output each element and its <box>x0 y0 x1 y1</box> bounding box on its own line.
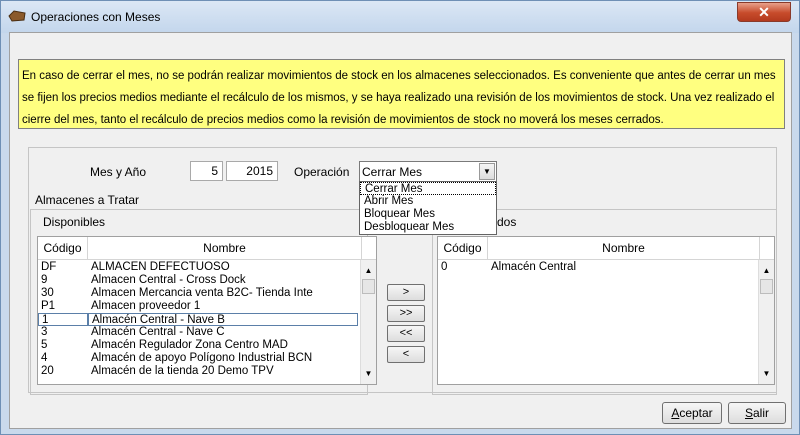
cell-codigo: P1 <box>41 300 56 312</box>
column-codigo[interactable]: Código <box>38 237 88 260</box>
salir-button[interactable]: Salir <box>728 402 786 424</box>
info-message: En caso de cerrar el mes, no se podrán r… <box>18 59 785 129</box>
option-cerrar-mes[interactable]: Cerrar Mes <box>360 182 496 195</box>
app-icon <box>8 10 26 22</box>
table-row[interactable]: 5 Almacén Regulador Zona Centro MAD <box>38 339 376 352</box>
cell-codigo: 30 <box>41 287 54 299</box>
table-row[interactable]: P1 Almacen proveedor 1 <box>38 300 376 313</box>
move-one-right-button[interactable]: > <box>387 284 425 301</box>
cell-nombre: Almacén de apoyo Polígono Industrial BCN <box>91 352 313 364</box>
cell-codigo: DF <box>41 261 57 273</box>
scroll-down-icon[interactable]: ▼ <box>361 366 376 381</box>
cell-codigo: 3 <box>41 326 48 338</box>
title-bar: Operaciones con Meses ✕ <box>1 1 799 33</box>
operacion-dropdown-list: Cerrar Mes Abrir Mes Bloquear Mes Desblo… <box>359 181 497 235</box>
mes-anio-label: Mes y Año <box>90 165 147 179</box>
cell-nombre: Almacén Central - Nave B <box>88 313 358 326</box>
table-header: Código Nombre <box>438 237 774 260</box>
scroll-up-icon[interactable]: ▲ <box>361 263 376 278</box>
cell-nombre: Almacén Regulador Zona Centro MAD <box>91 339 288 351</box>
seleccionados-label: dos <box>497 215 517 229</box>
table-row[interactable]: 1 Almacén Central - Nave B <box>38 313 376 326</box>
table-row[interactable]: 9 Almacen Central - Cross Dock <box>38 274 376 287</box>
operacion-select[interactable]: Cerrar Mes ▼ <box>359 161 497 182</box>
table-row[interactable]: 4 Almacén de apoyo Polígono Industrial BC… <box>38 352 376 365</box>
seleccionados-table: Código Nombre 0 Almacén Central ▲ ▼ <box>437 236 775 385</box>
operacion-label: Operación <box>294 165 350 179</box>
column-nombre[interactable]: Nombre <box>88 237 362 260</box>
cell-nombre: Almacén Central <box>491 261 577 273</box>
table-row[interactable]: 3 Almacén Central - Nave C <box>38 326 376 339</box>
operacion-selected-value: Cerrar Mes <box>362 165 423 179</box>
close-button[interactable]: ✕ <box>737 2 791 22</box>
aceptar-button[interactable]: Aceptar <box>662 402 722 424</box>
option-desbloquear-mes[interactable]: Desbloquear Mes <box>360 221 496 234</box>
column-nombre[interactable]: Nombre <box>488 237 760 260</box>
disponibles-table: Código Nombre DF ALMACEN DEFECTUOSO 9 Almac… <box>37 236 377 385</box>
dialog-window: Operaciones con Meses ✕ En caso de cerra… <box>0 0 800 435</box>
chevron-down-icon[interactable]: ▼ <box>479 163 495 180</box>
scroll-down-icon[interactable]: ▼ <box>759 366 774 381</box>
dialog-client-area: En caso de cerrar el mes, no se podrán r… <box>9 32 792 429</box>
cell-codigo: 4 <box>41 352 48 364</box>
scroll-thumb[interactable] <box>362 279 375 294</box>
disponibles-scrollbar[interactable]: ▲ ▼ <box>360 260 376 384</box>
scroll-up-icon[interactable]: ▲ <box>759 263 774 278</box>
table-row[interactable]: 0 Almacén Central <box>438 261 774 274</box>
table-row[interactable]: DF ALMACEN DEFECTUOSO <box>38 261 376 274</box>
cell-nombre: ALMACEN DEFECTUOSO <box>91 261 230 273</box>
cell-codigo: 0 <box>441 261 448 273</box>
seleccionados-scrollbar[interactable]: ▲ ▼ <box>758 260 774 384</box>
cell-codigo: 5 <box>41 339 48 351</box>
option-bloquear-mes[interactable]: Bloquear Mes <box>360 208 496 221</box>
cell-nombre: Almacén de la tienda 20 Demo TPV <box>91 365 274 377</box>
cell-codigo: 1 <box>38 313 88 326</box>
cell-codigo: 9 <box>41 274 48 286</box>
scroll-thumb[interactable] <box>760 279 773 294</box>
table-header: Código Nombre <box>38 237 376 260</box>
option-abrir-mes[interactable]: Abrir Mes <box>360 195 496 208</box>
table-row[interactable]: 30 Almacen Mercancia venta B2C- Tienda In… <box>38 287 376 300</box>
disponibles-label: Disponibles <box>43 215 106 229</box>
cell-nombre: Almacén Central - Nave C <box>91 326 225 338</box>
cell-nombre: Almacen proveedor 1 <box>91 300 201 312</box>
cell-nombre: Almacen Central - Cross Dock <box>91 274 246 286</box>
column-codigo[interactable]: Código <box>438 237 488 260</box>
anio-field[interactable]: 2015 <box>226 161 278 181</box>
cell-codigo: 20 <box>41 365 54 377</box>
table-row[interactable]: 20 Almacén de la tienda 20 Demo TPV <box>38 365 376 378</box>
cell-nombre: Almacen Mercancia venta B2C- Tienda Inte <box>91 287 313 299</box>
move-one-left-button[interactable]: < <box>387 346 425 363</box>
move-all-left-button[interactable]: << <box>387 325 425 342</box>
mes-field[interactable]: 5 <box>190 161 223 181</box>
almacenes-label: Almacenes a Tratar <box>35 193 140 207</box>
move-all-right-button[interactable]: >> <box>387 305 425 322</box>
window-title: Operaciones con Meses <box>31 10 161 24</box>
